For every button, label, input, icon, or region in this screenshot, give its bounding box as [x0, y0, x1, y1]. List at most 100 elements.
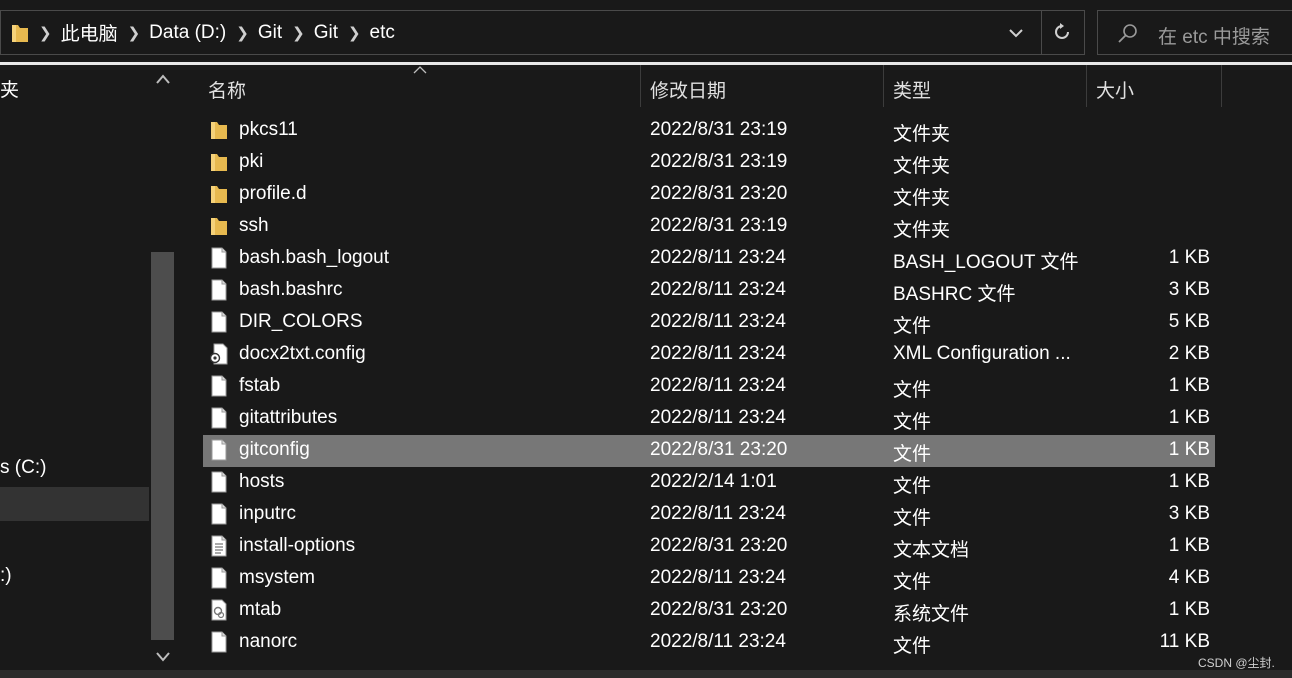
file-type: 文件夹	[893, 156, 951, 177]
table-row[interactable]: pki 2022/8/31 23:19 文件夹	[203, 147, 1215, 179]
breadcrumb-item[interactable]: etc	[370, 22, 395, 44]
file-type: 文件夹	[893, 220, 951, 241]
column-header-label: 类型	[893, 81, 932, 102]
chevron-right-icon[interactable]: ❯	[39, 24, 52, 42]
file-icon	[211, 279, 227, 301]
file-size: 1 KB	[1168, 535, 1210, 556]
file-name: DIR_COLORS	[239, 311, 363, 332]
file-name: profile.d	[239, 183, 307, 204]
column-header-label: 修改日期	[650, 81, 727, 102]
search-input[interactable]: 在 etc 中搜索	[1158, 22, 1270, 49]
folder-icon	[12, 25, 28, 42]
file-list: 名称 修改日期 类型 大小 pkcs11 2022/8/31 23:19 文件夹 pk…	[177, 65, 1292, 670]
file-date: 2022/8/11 23:24	[650, 311, 786, 332]
nav-item-selected[interactable]	[0, 487, 149, 521]
breadcrumb-item[interactable]: Git	[314, 22, 338, 44]
chevron-down-icon[interactable]	[1006, 24, 1026, 42]
file-name: bash.bashrc	[239, 279, 343, 300]
nav-item-label[interactable]: :)	[0, 565, 12, 587]
watermark: CSDN @尘封.	[1198, 656, 1275, 670]
chevron-right-icon[interactable]: ❯	[236, 24, 249, 42]
column-header-size[interactable]: 大小	[1087, 65, 1221, 107]
breadcrumb-item[interactable]: Git	[258, 22, 282, 44]
nav-item-label[interactable]: 夹	[0, 75, 19, 102]
column-header-name[interactable]: 名称	[177, 65, 640, 107]
refresh-icon[interactable]	[1051, 21, 1073, 43]
table-row[interactable]: DIR_COLORS 2022/8/11 23:24 文件 5 KB	[203, 307, 1215, 339]
table-row[interactable]: bash.bashrc 2022/8/11 23:24 BASHRC 文件 3 KB	[203, 275, 1215, 307]
table-row[interactable]: inputrc 2022/8/11 23:24 文件 3 KB	[203, 499, 1215, 531]
search-icon	[1118, 24, 1137, 43]
file-icon	[211, 375, 227, 397]
table-row[interactable]: profile.d 2022/8/31 23:20 文件夹	[203, 179, 1215, 211]
scrollbar-thumb[interactable]	[151, 252, 174, 640]
table-row[interactable]: bash.bash_logout 2022/8/11 23:24 BASH_LOGO…	[203, 243, 1215, 275]
file-date: 2022/2/14 1:01	[650, 471, 777, 492]
file-type: 文件	[893, 476, 932, 497]
file-size: 3 KB	[1168, 503, 1210, 524]
file-icon	[211, 311, 227, 333]
breadcrumb-item[interactable]: 此电脑	[61, 19, 118, 46]
folder-icon	[211, 218, 227, 235]
chevron-right-icon[interactable]: ❯	[348, 24, 361, 42]
file-type: 文件	[893, 316, 932, 337]
navigation-pane: 夹 s (C:) :)	[0, 65, 177, 678]
file-date: 2022/8/11 23:24	[650, 279, 786, 300]
file-size: 1 KB	[1168, 247, 1210, 268]
column-header-type[interactable]: 类型	[884, 65, 1086, 107]
chevron-right-icon[interactable]: ❯	[128, 24, 141, 42]
table-row[interactable]: mtab 2022/8/31 23:20 系统文件 1 KB	[203, 595, 1215, 627]
file-icon	[211, 503, 227, 525]
file-size: 1 KB	[1168, 471, 1210, 492]
table-row[interactable]: install-options 2022/8/31 23:20 文本文档 1 KB	[203, 531, 1215, 563]
file-type: 文本文档	[893, 540, 970, 561]
table-row[interactable]: nanorc 2022/8/11 23:24 文件 11 KB	[203, 627, 1215, 659]
file-name: install-options	[239, 535, 356, 556]
file-icon	[211, 471, 227, 493]
file-icon	[211, 567, 227, 589]
file-date: 2022/8/31 23:20	[650, 183, 788, 204]
column-header-label: 大小	[1096, 81, 1135, 102]
file-date: 2022/8/11 23:24	[650, 567, 786, 588]
column-divider[interactable]	[1221, 65, 1222, 107]
file-type: 文件	[893, 380, 932, 401]
chevron-right-icon[interactable]: ❯	[292, 24, 305, 42]
nav-scrollbar[interactable]	[149, 65, 177, 678]
file-size: 11 KB	[1159, 631, 1210, 652]
file-name: ssh	[239, 215, 269, 236]
table-row[interactable]: msystem 2022/8/11 23:24 文件 4 KB	[203, 563, 1215, 595]
table-row[interactable]: ssh 2022/8/31 23:19 文件夹	[203, 211, 1215, 243]
file-name: msystem	[239, 567, 315, 588]
table-row[interactable]: pkcs11 2022/8/31 23:19 文件夹	[203, 115, 1215, 147]
file-type: BASH_LOGOUT 文件	[893, 252, 1079, 273]
breadcrumb-item[interactable]: Data (D:)	[149, 22, 226, 44]
address-bar[interactable]: ❯ 此电脑 ❯ Data (D:) ❯ Git ❯ Git ❯ etc	[0, 10, 1085, 55]
file-type: 文件	[893, 412, 932, 433]
file-date: 2022/8/31 23:19	[650, 215, 788, 236]
file-date: 2022/8/31 23:20	[650, 439, 788, 460]
file-date: 2022/8/11 23:24	[650, 247, 786, 268]
file-name: nanorc	[239, 631, 298, 652]
file-name: mtab	[239, 599, 282, 620]
table-row[interactable]: hosts 2022/2/14 1:01 文件 1 KB	[203, 467, 1215, 499]
file-name: gitconfig	[239, 439, 310, 460]
file-icon	[211, 631, 227, 653]
column-header-date[interactable]: 修改日期	[641, 65, 883, 107]
file-date: 2022/8/11 23:24	[650, 503, 786, 524]
scroll-up-icon[interactable]	[156, 73, 170, 85]
table-row-selected[interactable]: gitconfig 2022/8/31 23:20 文件 1 KB	[203, 435, 1215, 467]
file-size: 3 KB	[1168, 279, 1210, 300]
table-row[interactable]: docx2txt.config 2022/8/11 23:24 XML Config…	[203, 339, 1215, 371]
table-row[interactable]: fstab 2022/8/11 23:24 文件 1 KB	[203, 371, 1215, 403]
nav-item-label[interactable]: s (C:)	[0, 457, 46, 479]
search-box[interactable]: 在 etc 中搜索	[1097, 10, 1292, 55]
folder-icon	[211, 122, 227, 139]
horizontal-scrollbar[interactable]	[0, 670, 1292, 678]
scroll-down-icon[interactable]	[156, 651, 170, 663]
folder-icon	[211, 186, 227, 203]
file-type: 文件	[893, 572, 932, 593]
table-row[interactable]: gitattributes 2022/8/11 23:24 文件 1 KB	[203, 403, 1215, 435]
file-name: hosts	[239, 471, 285, 492]
file-icon	[211, 407, 227, 429]
file-size: 1 KB	[1168, 599, 1210, 620]
